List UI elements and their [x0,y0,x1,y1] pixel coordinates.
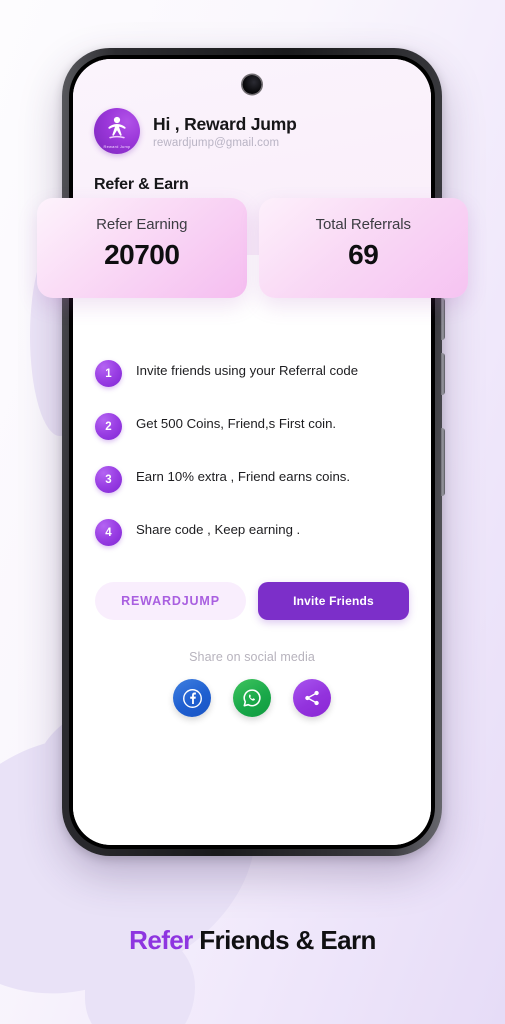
volume-down-button[interactable] [441,353,445,395]
step-number-badge: 3 [95,466,122,493]
step-number-badge: 1 [95,360,122,387]
action-buttons-row: REWARDJUMP Invite Friends [73,571,431,620]
referral-code-button[interactable]: REWARDJUMP [95,582,246,620]
phone-bezel: Reward Jump Hi , Reward Jump rewardjump@… [69,55,435,849]
phone-screen: Reward Jump Hi , Reward Jump rewardjump@… [73,59,431,845]
volume-up-button[interactable] [441,298,445,340]
list-item: 1 Invite friends using your Referral cod… [95,359,411,387]
greeting-text: Hi , Reward Jump [153,113,297,134]
generic-share-button[interactable] [293,679,331,717]
facebook-share-button[interactable] [173,679,211,717]
caption-highlight: Refer [129,925,193,955]
person-jump-icon [108,117,126,139]
share-nodes-icon [305,690,319,706]
step-text: Earn 10% extra , Friend earns coins. [136,469,351,484]
stat-value: 20700 [104,239,180,270]
list-item: 4 Share code , Keep earning . [95,518,411,546]
whatsapp-share-button[interactable] [233,679,271,717]
avatar-wordmark: Reward Jump [103,144,131,149]
list-item: 2 Get 500 Coins, Friend,s First coin. [95,412,411,440]
step-text: Share code , Keep earning . [136,522,301,537]
power-button[interactable] [441,428,445,496]
stat-cards-row: Refer Earning 20700 Total Referrals 69 [0,198,505,298]
step-number-badge: 2 [95,413,122,440]
page-title: Refer & Earn [94,176,189,193]
stat-label: Total Referrals [315,216,411,233]
user-email: rewardjump@gmail.com [153,136,280,149]
stat-card-total-referrals: Total Referrals 69 [258,198,468,298]
facebook-icon [182,688,202,708]
avatar[interactable]: Reward Jump [94,108,140,154]
step-text: Get 500 Coins, Friend,s First coin. [136,416,337,431]
whatsapp-icon [243,689,261,707]
social-share-row [73,664,431,717]
step-number-badge: 4 [95,519,122,546]
phone-mockup-frame: Reward Jump Hi , Reward Jump rewardjump@… [62,48,445,856]
promo-caption: Refer Friends & Earn [0,925,505,956]
stat-card-refer-earning: Refer Earning 20700 [37,198,247,298]
front-camera-punch-hole [242,75,262,94]
caption-rest: Friends & Earn [192,925,376,955]
app-body: 1 Invite friends using your Referral cod… [73,255,431,845]
invite-friends-button[interactable]: Invite Friends [258,582,409,620]
stat-value: 69 [348,239,379,270]
share-section-label: Share on social media [189,650,315,664]
steps-list: 1 Invite friends using your Referral cod… [73,359,431,546]
stat-label: Refer Earning [96,216,188,233]
profile-row[interactable]: Reward Jump Hi , Reward Jump rewardjump@… [73,59,431,154]
step-text: Invite friends using your Referral code [136,363,359,378]
list-item: 3 Earn 10% extra , Friend earns coins. [95,465,411,493]
